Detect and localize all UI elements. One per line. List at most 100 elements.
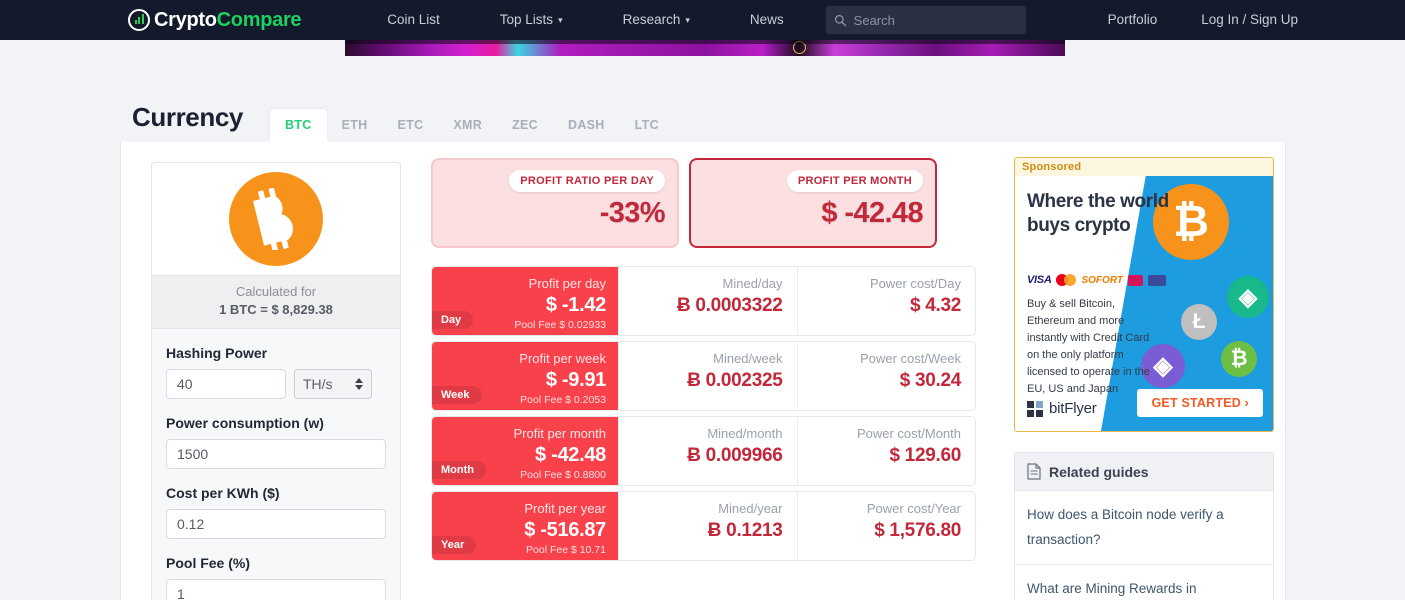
table-row: Profit per year $ -516.87 Pool Fee $ 10.… [431, 491, 976, 561]
right-sidebar: Sponsored ₿ ◈ Ł ₿ ◈ Where the world buys… [1014, 142, 1274, 600]
summary-card-profit-ratio-per-day-value: -33% [599, 197, 666, 229]
row-day-mined-cell: Mined/day Ƀ 0.0003322 [618, 267, 797, 335]
row-week-period-tag: Week [432, 386, 482, 404]
row-year-profit-cell: Profit per year $ -516.87 Pool Fee $ 10.… [432, 492, 618, 560]
pool-fee-label: Pool Fee (%) [166, 555, 251, 571]
list-item[interactable]: How does a Bitcoin node verify a transac… [1015, 491, 1273, 565]
table-row: Profit per day $ -1.42 Pool Fee $ 0.0293… [431, 266, 976, 336]
ad-brand: bitFlyer [1027, 400, 1097, 417]
row-week-profit-cell: Profit per week $ -9.91 Pool Fee $ 0.205… [432, 342, 618, 410]
calculator-panel: Calculated for 1 BTC = $ 8,829.38 Hashin… [151, 162, 401, 600]
related-guides-panel: Related guides How does a Bitcoin node v… [1014, 452, 1274, 600]
brand-logo[interactable]: CryptoCompare [128, 8, 302, 32]
nav-item-portfolio[interactable]: Portfolio [1086, 0, 1180, 40]
tab-eth-label: ETH [341, 118, 368, 132]
calculated-for-value: 1 BTC = $ 8,829.38 [219, 302, 333, 317]
table-row: Profit per week $ -9.91 Pool Fee $ 0.205… [431, 341, 976, 411]
row-year-power-cell: Power cost/Year $ 1,576.80 [796, 492, 976, 560]
ad-body-text: Buy & sell Bitcoin, Ethereum and more in… [1027, 298, 1150, 395]
row-day-mined-value: Ƀ 0.0003322 [676, 295, 783, 316]
sponsored-ad[interactable]: Sponsored ₿ ◈ Ł ₿ ◈ Where the world buys… [1014, 157, 1274, 432]
hashing-power-row: TH/s [166, 369, 386, 399]
hashing-power-input[interactable] [166, 369, 286, 399]
primary-nav: Coin List Top Lists ▾ Research ▾ News [357, 0, 813, 41]
tab-etc-label: ETC [397, 118, 424, 132]
row-month-mined-cell: Mined/month Ƀ 0.009966 [618, 417, 797, 485]
page-title: Currency [132, 102, 243, 132]
cost-per-kwh-row [166, 509, 386, 539]
nav-item-top-lists[interactable]: Top Lists ▾ [470, 0, 593, 41]
power-consumption-row [166, 439, 386, 469]
tab-ltc[interactable]: LTC [620, 109, 674, 142]
tab-xmr-label: XMR [453, 118, 483, 132]
ad-creative[interactable]: ₿ ◈ Ł ₿ ◈ Where the world buys crypto VI… [1015, 176, 1273, 431]
row-day-mined-label: Mined/day [722, 276, 783, 291]
nav-item-coin-list-label: Coin List [387, 12, 440, 27]
row-month-profit-cell: Profit per month $ -42.48 Pool Fee $ 0.8… [432, 417, 618, 485]
pool-fee-input[interactable] [166, 579, 386, 600]
tab-eth[interactable]: ETH [327, 109, 383, 142]
chevron-down-icon: ▾ [558, 14, 563, 25]
calculated-for-block: Calculated for 1 BTC = $ 8,829.38 [152, 275, 400, 329]
pool-fee-row [166, 579, 386, 600]
summary-card-profit-per-month-label: PROFIT PER MONTH [786, 170, 923, 192]
row-week-power-value: $ 30.24 [899, 370, 962, 391]
summary-card-profit-per-month[interactable]: PROFIT PER MONTH $ -42.48 [689, 158, 937, 248]
main-content-card: Calculated for 1 BTC = $ 8,829.38 Hashin… [120, 142, 1286, 600]
row-year-profit-label: Profit per year [524, 501, 606, 516]
hashing-power-label: Hashing Power [166, 345, 268, 361]
banner-emblem-icon [793, 41, 806, 54]
summary-card-profit-ratio-per-day[interactable]: PROFIT RATIO PER DAY -33% [431, 158, 679, 248]
hashing-power-unit-select[interactable]: TH/s [294, 369, 372, 399]
row-week-profit-label: Profit per week [519, 351, 606, 366]
summary-card-profit-ratio-per-day-label: PROFIT RATIO PER DAY [509, 170, 665, 192]
power-consumption-label: Power consumption (w) [166, 415, 324, 431]
search-box[interactable]: Search [825, 6, 1026, 34]
results-table: Profit per day $ -1.42 Pool Fee $ 0.0293… [431, 266, 976, 561]
get-started-button[interactable]: GET STARTED › [1137, 389, 1263, 417]
summary-card-profit-per-month-value: $ -42.48 [821, 197, 923, 229]
tab-btc-label: BTC [285, 118, 312, 132]
payment-methods: VISA SOFORT [1027, 274, 1166, 286]
row-day-power-cell: Power cost/Day $ 4.32 [796, 267, 976, 335]
row-year-mined-label: Mined/year [718, 501, 783, 516]
tab-dash-label: DASH [568, 118, 605, 132]
ethereum-green-coin-icon: ◈ [1227, 276, 1269, 318]
visa-icon: VISA [1027, 274, 1052, 286]
list-item[interactable]: What are Mining Rewards in Ethereum? [1015, 565, 1273, 600]
row-year-mined-value: Ƀ 0.1213 [707, 520, 783, 541]
row-month-power-cell: Power cost/Month $ 129.60 [796, 417, 976, 485]
power-consumption-input[interactable] [166, 439, 386, 469]
row-week-power-cell: Power cost/Week $ 30.24 [796, 342, 976, 410]
ad-headline: Where the world buys crypto [1027, 191, 1169, 236]
tab-btc[interactable]: BTC [270, 109, 327, 142]
bancontact-icon [1147, 274, 1166, 286]
cryptocompare-logo-icon [128, 9, 150, 31]
bitcoin-cash-coin-icon: ₿ [1221, 341, 1257, 377]
hashing-power-unit-value: TH/s [303, 376, 333, 392]
nav-item-login-signup[interactable]: Log In / Sign Up [1179, 0, 1320, 40]
document-icon [1027, 463, 1041, 480]
row-month-power-value: $ 129.60 [889, 445, 961, 466]
brand-name-part2: Compare [216, 8, 302, 31]
nav-item-coin-list[interactable]: Coin List [357, 0, 470, 40]
cost-per-kwh-input[interactable] [166, 509, 386, 539]
row-month-mined-value: Ƀ 0.009966 [687, 445, 783, 466]
row-month-profit-label: Profit per month [513, 426, 607, 441]
tab-zec[interactable]: ZEC [497, 109, 553, 142]
ideal-icon [1127, 274, 1143, 286]
nav-item-research-label: Research [622, 11, 681, 27]
coin-emblem [152, 163, 400, 275]
row-month-period-tag: Month [432, 461, 486, 479]
tab-zec-label: ZEC [512, 118, 538, 132]
tab-xmr[interactable]: XMR [438, 109, 497, 142]
tab-dash[interactable]: DASH [553, 109, 620, 142]
calculated-for-label: Calculated for [235, 284, 317, 299]
row-week-mined-cell: Mined/week Ƀ 0.002325 [618, 342, 797, 410]
nav-item-research[interactable]: Research ▾ [593, 0, 720, 41]
ad-brand-name: bitFlyer [1049, 400, 1097, 417]
stepper-arrows-icon [355, 378, 363, 390]
tab-etc[interactable]: ETC [383, 109, 439, 142]
nav-item-portfolio-label: Portfolio [1107, 12, 1158, 27]
nav-item-news[interactable]: News [720, 0, 814, 40]
